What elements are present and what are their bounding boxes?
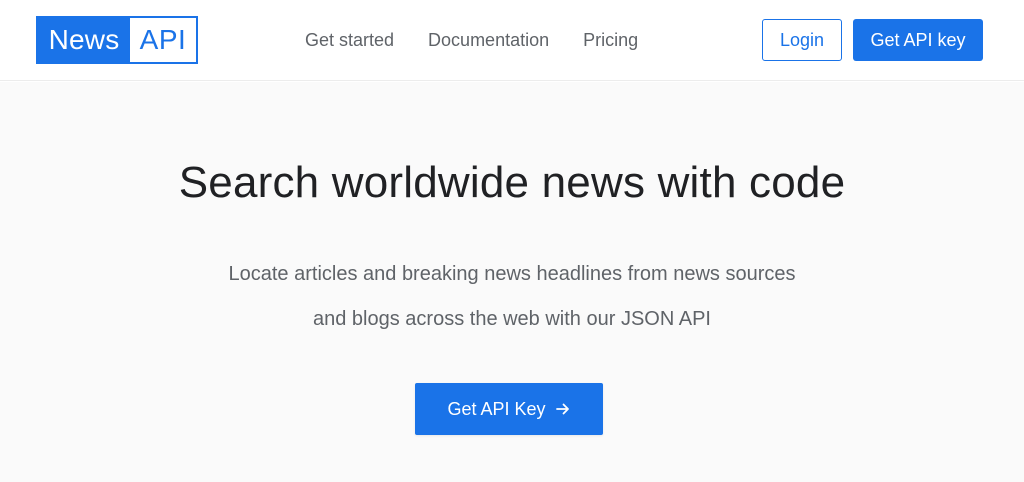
nav-link-pricing[interactable]: Pricing — [583, 30, 638, 51]
top-navbar: News API Get started Documentation Prici… — [0, 0, 1024, 81]
hero-get-api-key-button[interactable]: Get API Key — [415, 383, 603, 435]
nav-link-get-started[interactable]: Get started — [305, 30, 394, 51]
arrow-right-icon — [555, 401, 571, 417]
hero-subtitle: Locate articles and breaking news headli… — [228, 263, 796, 330]
newsapi-logo[interactable]: News API — [36, 16, 198, 64]
logo-word-api: API — [130, 18, 196, 62]
logo-word-news: News — [38, 18, 130, 62]
hero-cta-label: Get API Key — [447, 398, 546, 419]
nav-link-documentation[interactable]: Documentation — [428, 30, 549, 51]
hero-section: Search worldwide news with code Locate a… — [0, 82, 1024, 482]
hero-title: Search worldwide news with code — [178, 158, 846, 207]
get-api-key-button[interactable]: Get API key — [853, 19, 983, 61]
login-button[interactable]: Login — [762, 19, 842, 61]
main-nav: Get started Documentation Pricing — [305, 0, 672, 81]
